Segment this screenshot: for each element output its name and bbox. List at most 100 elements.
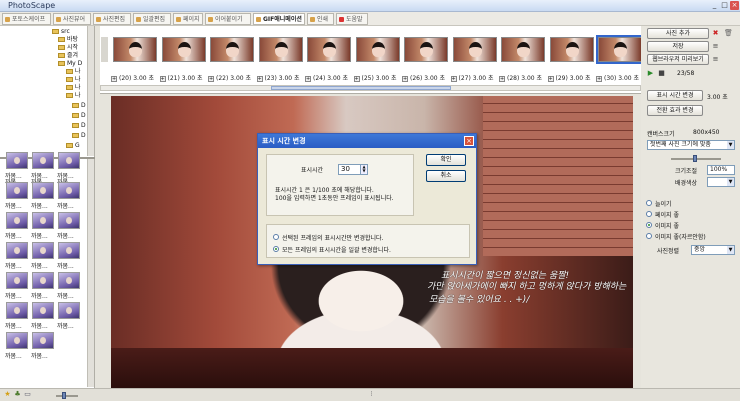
tab-page[interactable]: 페이지 xyxy=(173,13,203,25)
tab-gif[interactable]: GIF애니메이션 xyxy=(253,13,305,25)
frame-thumbnail[interactable] xyxy=(596,35,644,64)
frame-thumbnail[interactable] xyxy=(549,37,594,62)
tree-item[interactable]: My D xyxy=(58,60,82,68)
thumbnail-image[interactable] xyxy=(32,332,54,349)
transition-icon[interactable]: + xyxy=(450,76,457,82)
frame-label[interactable]: + (26) 3.00 초 xyxy=(402,73,445,82)
option-page-label[interactable]: 페이지 좋 xyxy=(655,210,679,219)
transition-icon[interactable]: + xyxy=(499,76,505,82)
thumb-size-slider[interactable] xyxy=(56,395,78,397)
option-stretch-label[interactable]: 늘이기 xyxy=(655,199,672,208)
tree-item[interactable]: D xyxy=(72,112,86,120)
frame-thumbnail[interactable] xyxy=(404,37,448,62)
ok-button[interactable]: 확인 xyxy=(426,154,466,166)
radio-page-fit[interactable] xyxy=(646,211,652,217)
folder-open-icon[interactable]: ▭ xyxy=(24,391,31,398)
close-button[interactable]: × xyxy=(730,1,739,10)
thumbnail-image[interactable] xyxy=(32,182,54,199)
zoom-value-field[interactable]: 100% xyxy=(707,165,735,175)
thumbnail-image[interactable] xyxy=(32,152,54,169)
leaf-icon[interactable]: ♣ xyxy=(14,391,21,398)
tree-item[interactable]: G xyxy=(66,142,80,150)
thumbnail-image[interactable] xyxy=(32,272,54,289)
radio-image-fit[interactable] xyxy=(646,222,652,228)
thumbnail-image[interactable] xyxy=(6,212,28,229)
thumbnail-image[interactable] xyxy=(6,152,28,169)
tab-editor[interactable]: 사진편집 xyxy=(93,13,131,25)
transition-icon[interactable]: + xyxy=(547,76,554,82)
transition-button[interactable]: 전환 효과 변경 xyxy=(647,105,703,116)
tab-combine[interactable]: 이어붙이기 xyxy=(205,13,251,25)
thumbnail-image[interactable] xyxy=(58,272,80,289)
thumbnail-image[interactable] xyxy=(6,242,28,259)
frame-thumbnail[interactable] xyxy=(452,37,497,62)
change-time-button[interactable]: 표시 시간 변경 xyxy=(647,90,703,101)
thumbnail-image[interactable] xyxy=(58,302,80,319)
thumbnail-image[interactable] xyxy=(58,242,80,259)
tree-item[interactable]: 시작 xyxy=(58,44,78,52)
frame-label[interactable]: + (29) 3.00 초 xyxy=(547,73,591,82)
radio-all-frames[interactable] xyxy=(273,246,279,252)
trash-icon[interactable]: 🗑 xyxy=(724,30,733,37)
dialog-close-button[interactable]: × xyxy=(464,136,474,146)
tree-item[interactable]: D xyxy=(72,132,86,140)
tree-item[interactable]: D xyxy=(72,122,86,130)
frame-thumbnail[interactable] xyxy=(113,37,157,62)
cancel-button[interactable]: 취소 xyxy=(426,170,466,182)
star-icon[interactable]: ★ xyxy=(4,391,11,398)
tree-item[interactable]: 나 xyxy=(66,76,81,84)
thumbnail-image[interactable] xyxy=(6,302,28,319)
frame-thumbnail[interactable] xyxy=(307,37,351,62)
thumbnail-image[interactable] xyxy=(6,272,28,289)
thumbnail-image[interactable] xyxy=(32,212,54,229)
spin-arrows-icon[interactable]: ▲ ▼ xyxy=(360,165,367,174)
frame-thumbnail[interactable] xyxy=(210,37,254,62)
thumbnail-image[interactable] xyxy=(58,152,80,169)
option-nocrop-label[interactable]: 이미지 좋(자르안함) xyxy=(655,232,706,241)
tree-item[interactable]: src xyxy=(52,28,70,36)
tab-batch[interactable]: 일괄편집 xyxy=(133,13,171,25)
tree-item[interactable]: 즐겨 xyxy=(58,52,78,60)
tree-item[interactable]: 나 xyxy=(66,84,81,92)
time-spin-input[interactable]: 30 ▲ ▼ xyxy=(338,164,368,175)
tree-item[interactable]: D xyxy=(72,102,86,110)
delete-icon[interactable]: ✖ xyxy=(712,30,719,37)
zoom-slider-knob[interactable] xyxy=(693,155,697,162)
maximize-button[interactable]: □ xyxy=(720,1,729,10)
list-icon[interactable]: ≡ xyxy=(712,56,719,63)
frame-label[interactable]: + (25) 3.00 초 xyxy=(353,73,397,82)
strip-scroll-thumb[interactable] xyxy=(271,86,451,90)
transition-icon[interactable]: + xyxy=(305,76,311,82)
play-icon[interactable]: ▶ xyxy=(647,70,654,77)
frame-label[interactable]: + (22) 3.00 초 xyxy=(208,73,251,82)
browser-preview-button[interactable]: 웹브라우저 미리보기 xyxy=(647,54,709,65)
frame-thumbnail[interactable] xyxy=(501,37,545,62)
tree-item[interactable]: 나 xyxy=(66,68,81,76)
tree-item[interactable]: 바탕 xyxy=(58,36,78,44)
frame-thumbnail[interactable] xyxy=(355,37,400,62)
tab-photoscape[interactable]: 포토스케이프 xyxy=(2,13,51,25)
tab-help[interactable]: 도움말 xyxy=(336,13,368,25)
option-image-label[interactable]: 이미지 좋 xyxy=(655,221,679,230)
thumbnail-image[interactable] xyxy=(6,332,28,349)
minimize-button[interactable]: _ xyxy=(710,1,719,10)
bg-color-picker[interactable]: ▼ xyxy=(707,177,735,187)
thumbnail-image[interactable] xyxy=(58,182,80,199)
frame-label[interactable]: + (21) 3.00 초 xyxy=(159,73,203,82)
tab-viewer[interactable]: 사진뷰어 xyxy=(53,13,91,25)
frame-label[interactable]: + (27) 3.00 초 xyxy=(450,73,494,82)
thumbnail-image[interactable] xyxy=(6,182,28,199)
add-photo-button[interactable]: 사진 추가 xyxy=(647,28,709,39)
thumbnail-image[interactable] xyxy=(32,242,54,259)
tree-item[interactable]: 나 xyxy=(66,92,81,100)
frame-label[interactable]: + (23) 3.00 초 xyxy=(256,73,300,82)
radio-all-label[interactable]: 모든 프레임의 표시시간을 일괄 변경합니다. xyxy=(282,245,391,254)
transition-icon[interactable]: + xyxy=(159,76,166,82)
transition-icon[interactable]: + xyxy=(111,76,117,82)
thumbnail-image[interactable] xyxy=(32,302,54,319)
thumb-size-knob[interactable] xyxy=(62,392,66,399)
fit-mode-select[interactable]: 첫번째 사진 크기에 맞춤 ▼ xyxy=(647,140,735,150)
list-icon[interactable]: ≡ xyxy=(712,43,719,50)
resize-grip-icon[interactable]: ⁞ xyxy=(368,391,375,398)
transition-icon[interactable]: + xyxy=(208,76,214,82)
